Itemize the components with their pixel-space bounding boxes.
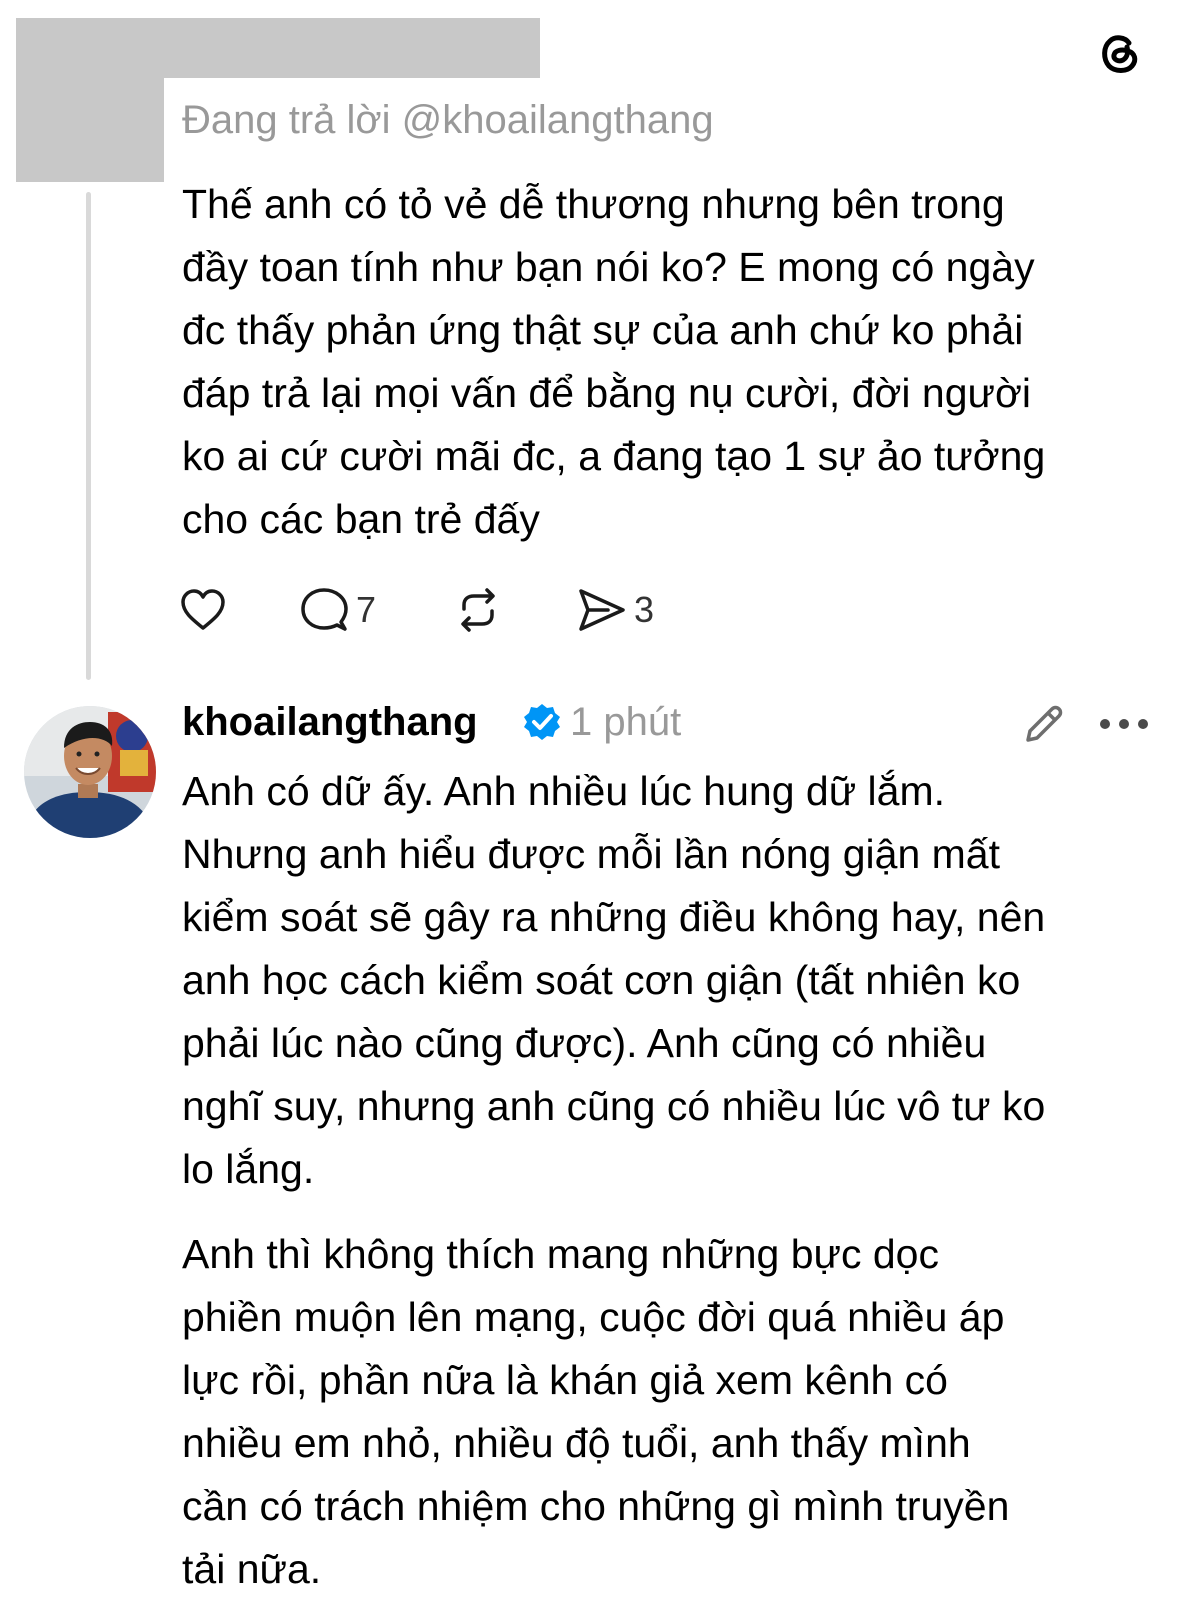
post-action-bar: 7 3 bbox=[180, 578, 740, 642]
threads-logo-icon[interactable] bbox=[1094, 26, 1146, 78]
parent-post-text: Thế anh có tỏ vẻ dễ thương nhưng bên tro… bbox=[182, 173, 1142, 551]
edit-icon[interactable] bbox=[1020, 700, 1068, 748]
share-button[interactable]: 3 bbox=[578, 578, 654, 642]
reply-post-text: Anh có dữ ấy. Anh nhiều lúc hung dữ lắm.… bbox=[182, 760, 1157, 1601]
username[interactable]: khoailangthang bbox=[182, 700, 478, 745]
redacted-block bbox=[16, 78, 164, 182]
repost-button[interactable] bbox=[454, 578, 502, 642]
redacted-block bbox=[16, 18, 540, 78]
thread-connector-line bbox=[86, 192, 91, 680]
like-button[interactable] bbox=[180, 578, 226, 642]
repost-icon bbox=[461, 588, 495, 632]
comment-icon bbox=[301, 588, 348, 631]
verified-badge-icon bbox=[524, 704, 560, 740]
parent-post-paragraph: Thế anh có tỏ vẻ dễ thương nhưng bên tro… bbox=[182, 181, 1046, 542]
avatar[interactable] bbox=[24, 706, 156, 838]
more-options-icon[interactable] bbox=[1098, 714, 1150, 734]
reply-button[interactable]: 7 bbox=[300, 578, 376, 642]
timestamp: 1 phút bbox=[570, 700, 682, 744]
reply-paragraph: Anh có dữ ấy. Anh nhiều lúc hung dữ lắm.… bbox=[182, 768, 1046, 1192]
replying-to-label[interactable]: Đang trả lời @khoailangthang bbox=[182, 98, 714, 143]
share-count: 3 bbox=[634, 589, 655, 630]
send-icon bbox=[579, 589, 625, 631]
heart-icon bbox=[181, 589, 225, 630]
reply-paragraph: Anh thì không thích mang những bực dọc p… bbox=[182, 1231, 1010, 1592]
avatar-image bbox=[24, 706, 156, 838]
reply-count: 7 bbox=[356, 589, 377, 630]
